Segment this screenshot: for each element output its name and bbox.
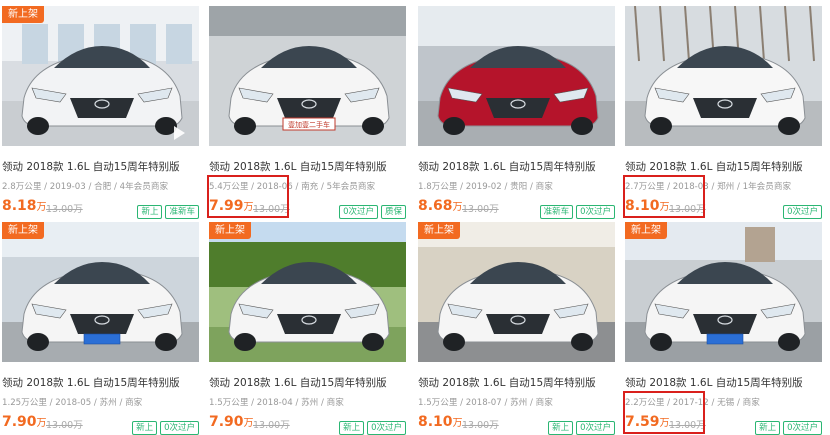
listing-meta: 1.5万公里 / 2018-04 / 苏州 / 商家 [209,398,344,408]
feature-badge: 准新车 [539,205,574,219]
original-price: 13.00万 [462,420,499,431]
badge-group: 新上 准新车 [134,199,199,219]
listing-meta: 1.25万公里 / 2018-05 / 苏州 / 商家 [2,398,143,408]
feature-badge: 0次过户 [339,205,378,219]
car-listing-card[interactable]: 新上架领动 2018款 1.6L 自动15周年特别版 1.25万公里 / 2018… [2,222,199,435]
badge-group: 新上 0次过户 [129,415,199,435]
listing-meta: 1.5万公里 / 2018-07 / 苏州 / 商家 [418,398,553,408]
new-listing-tag: 新上架 [625,222,667,239]
price-row: 7.90万 13.00万 新上 0次过户 [209,414,406,435]
feature-badge: 0次过户 [783,205,822,219]
car-photo[interactable] [418,6,615,146]
car-listing-card[interactable]: 领动 2018款 1.6L 自动15周年特别版 1.8万公里 / 2019-02 … [418,6,615,219]
car-listing-card[interactable]: 新上架 领动 2018款 1.6L 自动15周年特别版 2.2万公里 / 2017-… [623,222,822,435]
listing-meta: 1.8万公里 / 2019-02 / 贵阳 / 商家 [418,182,553,192]
price-value: 7.90 [2,414,37,430]
car-listing-card[interactable]: 新上架领动 2018款 1.6L 自动15周年特别版 1.5万公里 / 2018-… [418,222,615,435]
license-plate [83,333,121,345]
badge-group: 新上 0次过户 [545,415,615,435]
highlight-annotation-box [623,391,705,434]
play-icon[interactable] [174,126,185,140]
price: 8.68万 [418,198,463,214]
badge-group: 新上 0次过户 [336,415,406,435]
listing-title[interactable]: 领动 2018款 1.6L 自动15周年特别版 [209,375,406,390]
price-value: 8.18 [2,198,37,214]
feature-badge: 质保 [380,205,406,219]
listing-title[interactable]: 领动 2018款 1.6L 自动15周年特别版 [418,159,615,174]
price: 7.90万 [209,414,254,430]
car-listing-grid: 新上架 领动 2018款 1.6L 自动15周年特别版 2.8万公里 / 2019-… [0,0,830,435]
listing-title[interactable]: 领动 2018款 1.6L 自动15周年特别版 [2,375,199,390]
license-plate [706,333,744,345]
highlight-annotation-box [623,175,705,218]
original-price: 13.00万 [462,204,499,215]
plate-text: 壹加壹二手车 [288,120,330,129]
original-price: 13.00万 [253,420,290,431]
price: 8.18万 [2,198,47,214]
car-listing-card[interactable]: 新上架领动 2018款 1.6L 自动15周年特别版 2.8万公里 / 2019-… [2,6,199,219]
new-listing-tag: 新上架 [209,222,251,239]
car-photo[interactable]: 壹加壹二手车 [209,6,406,146]
listing-title[interactable]: 领动 2018款 1.6L 自动15周年特别版 [2,159,199,174]
car-photo[interactable]: 新上架 [625,222,822,362]
badge-group: 0次过户 质保 [336,199,406,219]
new-listing-tag: 新上架 [2,222,44,239]
car-listing-card[interactable]: 壹加壹二手车 领动 2018款 1.6L 自动15周年特别版 5.4万公里 / 20… [207,6,406,219]
price: 8.10万 [418,414,463,430]
car-photo[interactable]: 新上架 [2,222,199,362]
listing-meta: 2.8万公里 / 2019-03 / 合肥 / 4年会员商家 [2,182,169,192]
feature-badge: 准新车 [165,205,199,219]
feature-badge: 0次过户 [576,205,615,219]
car-photo[interactable]: 新上架 [209,222,406,362]
listing-title[interactable]: 领动 2018款 1.6L 自动15周年特别版 [625,375,822,390]
original-price: 13.00万 [46,204,83,215]
price-value: 7.90 [209,414,244,430]
listing-title[interactable]: 领动 2018款 1.6L 自动15周年特别版 [418,375,615,390]
listing-title[interactable]: 领动 2018款 1.6L 自动15周年特别版 [209,159,406,174]
price-row: 8.10万 13.00万 新上 0次过户 [418,414,615,435]
price-row: 8.68万 13.00万 准新车 0次过户 [418,198,615,219]
feature-badge: 新上 [137,205,163,219]
price-value: 8.68 [418,198,453,214]
car-photo[interactable] [625,6,822,146]
new-listing-tag: 新上架 [418,222,460,239]
car-photo[interactable]: 新上架 [418,222,615,362]
car-listing-card[interactable]: 新上架领动 2018款 1.6L 自动15周年特别版 1.5万公里 / 2018-… [209,222,406,435]
car-listing-card[interactable]: 领动 2018款 1.6L 自动15周年特别版 2.7万公里 / 2018-03 … [623,6,822,219]
price: 7.90万 [2,414,47,430]
car-photo[interactable]: 新上架 [2,6,199,146]
highlight-annotation-box [207,175,289,218]
original-price: 13.00万 [46,420,83,431]
price-value: 8.10 [418,414,453,430]
new-listing-tag: 新上架 [2,6,44,23]
badge-group: 准新车 0次过户 [537,199,615,219]
price-row: 7.90万 13.00万 新上 0次过户 [2,414,199,435]
badge-group: 新上 0次过户 [752,415,822,435]
price-row: 8.18万 13.00万 新上 准新车 [2,198,199,219]
listing-title[interactable]: 领动 2018款 1.6L 自动15周年特别版 [625,159,822,174]
badge-group: 0次过户 [780,199,822,219]
